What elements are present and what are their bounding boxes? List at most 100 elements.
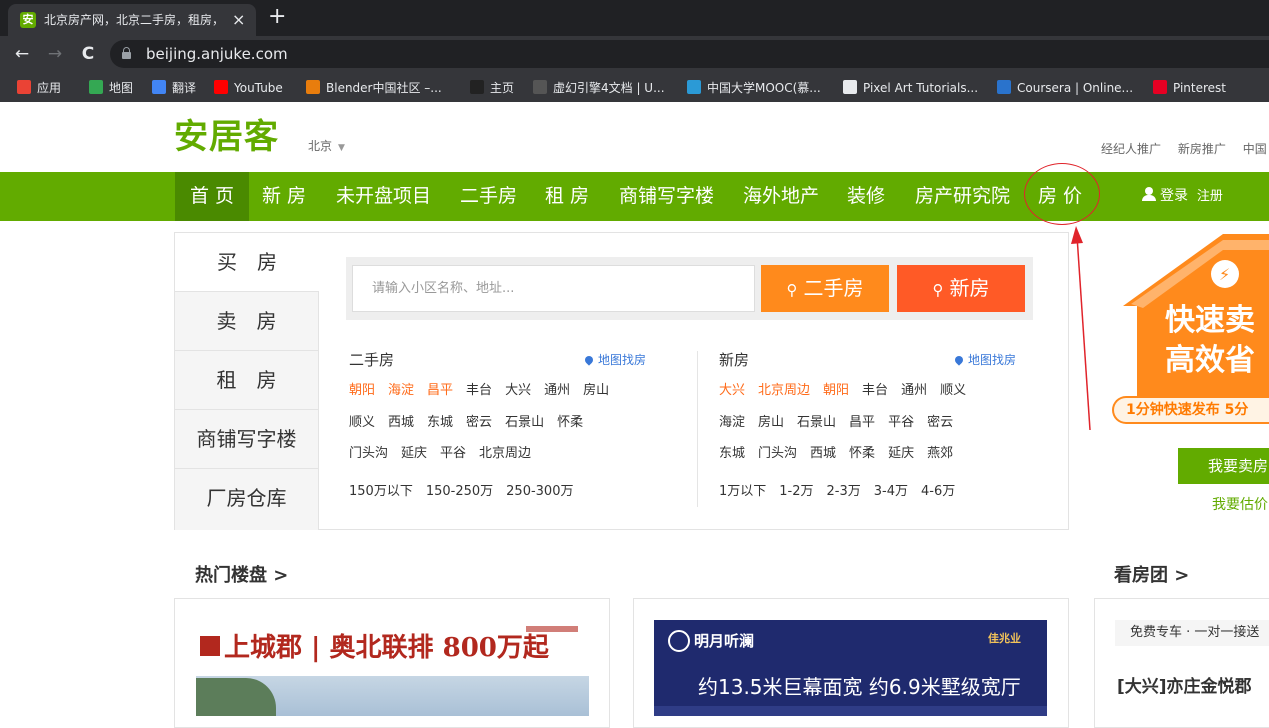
bookmark-item[interactable]: Coursera | Online... (997, 80, 1133, 96)
filter-link[interactable]: 石景山 (505, 415, 544, 430)
filter-link[interactable]: 昌平 (427, 383, 453, 398)
listing-ad-image[interactable]: 明月听澜 佳兆业 约13.5米巨幕面宽 约6.9米墅级宽厅 (654, 620, 1047, 716)
filter-link[interactable]: 昌平 (849, 415, 875, 430)
filter-link[interactable]: 密云 (466, 415, 492, 430)
side-tab-sell[interactable]: 卖 房 (175, 292, 319, 351)
side-tab-rent[interactable]: 租 房 (175, 351, 319, 410)
filter-link[interactable]: 通州 (901, 383, 927, 398)
nav-research[interactable]: 房产研究院 (915, 172, 1010, 221)
bookmark-item[interactable]: Pixel Art Tutorials... (843, 80, 978, 96)
register-link[interactable]: 注册 (1197, 189, 1223, 204)
filter-link[interactable]: 朝阳 (823, 383, 849, 398)
nav-upcoming[interactable]: 未开盘项目 (336, 172, 431, 221)
side-tab-factory[interactable]: 厂房仓库 (175, 469, 319, 530)
filter-link[interactable]: 怀柔 (849, 446, 875, 461)
tour-title[interactable]: 看房团 > (1114, 565, 1189, 587)
bookmark-item[interactable]: 虚幻引擎4文档 | U... (533, 80, 665, 96)
city-name: 北京 (308, 139, 333, 153)
city-selector[interactable]: 北京 ▼ (308, 138, 345, 156)
bookmark-item[interactable]: 应用 (17, 80, 61, 96)
sell-house-button[interactable]: 我要卖房 (1178, 448, 1269, 484)
filter-link[interactable]: 1万以下 (719, 484, 766, 499)
filter-link[interactable]: 延庆 (888, 446, 914, 461)
side-tab-buy[interactable]: 买 房 (175, 233, 319, 292)
top-link-newhouse[interactable]: 新房推广 (1178, 142, 1226, 156)
filter-link[interactable]: 海淀 (388, 383, 414, 398)
address-bar[interactable]: beijing.anjuke.com (110, 40, 1269, 68)
login-link[interactable]: 登录 (1160, 188, 1188, 204)
side-tab-commercial[interactable]: 商铺写字楼 (175, 410, 319, 469)
tab-close-icon[interactable]: × (232, 10, 245, 30)
bookmark-item[interactable]: Blender中国社区 –... (306, 80, 442, 96)
filter-link[interactable]: 西城 (810, 446, 836, 461)
nav-home[interactable]: 首 页 (175, 172, 250, 221)
tour-project-name[interactable]: [大兴]亦庄金悦郡 (1117, 676, 1252, 698)
hot-listings-title[interactable]: 热门楼盘 > (195, 565, 288, 587)
forward-arrow-icon[interactable]: → (43, 42, 67, 66)
filter-link[interactable]: 大兴 (505, 383, 531, 398)
filter-link[interactable]: 150万以下 (349, 484, 413, 499)
filter-link[interactable]: 北京周边 (479, 446, 531, 461)
filter-link[interactable]: 门头沟 (758, 446, 797, 461)
filter-link[interactable]: 2-3万 (827, 484, 861, 499)
nav-overseas[interactable]: 海外地产 (743, 172, 819, 221)
promo-line-2: 高效省 (1165, 343, 1255, 378)
filter-link[interactable]: 1-2万 (779, 484, 813, 499)
second-hand-map-link[interactable]: 地图找房 (583, 352, 646, 368)
bookmark-item[interactable]: YouTube (214, 80, 283, 96)
bookmark-item[interactable]: Pinterest (1153, 80, 1226, 96)
estimate-link[interactable]: 我要估价 (1212, 496, 1268, 514)
filter-link[interactable]: 大兴 (719, 383, 745, 398)
filter-link[interactable]: 房山 (758, 415, 784, 430)
filter-link[interactable]: 顺义 (349, 415, 375, 430)
filter-link[interactable]: 门头沟 (349, 446, 388, 461)
filter-link[interactable]: 东城 (719, 446, 745, 461)
new-tab-button[interactable]: + (268, 6, 286, 28)
filter-link[interactable]: 通州 (544, 383, 570, 398)
top-link-agent[interactable]: 经纪人推广 (1101, 142, 1161, 156)
filter-link[interactable]: 密云 (927, 415, 953, 430)
filter-link[interactable]: 3-4万 (874, 484, 908, 499)
developer-logo-icon (526, 626, 578, 632)
search-new-house-button[interactable]: ⚲ 新房 (897, 265, 1025, 312)
nav-new-house[interactable]: 新 房 (262, 172, 306, 221)
filter-link[interactable]: 北京周边 (758, 383, 810, 398)
filter-link[interactable]: 平谷 (440, 446, 466, 461)
filter-link[interactable]: 朝阳 (349, 383, 375, 398)
filter-link[interactable]: 西城 (388, 415, 414, 430)
filter-link[interactable]: 延庆 (401, 446, 427, 461)
nav-decoration[interactable]: 装修 (847, 172, 885, 221)
filter-link[interactable]: 250-300万 (506, 484, 573, 499)
bookmark-item[interactable]: 翻译 (152, 80, 196, 96)
bookmark-item[interactable]: 中国大学MOOC(慕... (687, 80, 821, 96)
url-text[interactable]: beijing.anjuke.com (146, 45, 288, 63)
filter-link[interactable]: 丰台 (466, 383, 492, 398)
nav-commercial[interactable]: 商铺写字楼 (619, 172, 714, 221)
bookmark-item[interactable]: 地图 (89, 80, 133, 96)
filter-link[interactable]: 4-6万 (921, 484, 955, 499)
search-input[interactable]: 请输入小区名称、地址... (352, 265, 755, 312)
filter-link[interactable]: 石景山 (797, 415, 836, 430)
anjuke-logo[interactable]: 安居客 (174, 117, 279, 157)
filter-link[interactable]: 燕郊 (927, 446, 953, 461)
filter-link[interactable]: 东城 (427, 415, 453, 430)
tour-card[interactable] (1094, 598, 1269, 728)
new-house-map-link[interactable]: 地图找房 (953, 352, 1016, 368)
nav-second-hand[interactable]: 二手房 (460, 172, 517, 221)
filter-link[interactable]: 房山 (583, 383, 609, 398)
nav-rent[interactable]: 租 房 (545, 172, 589, 221)
reload-icon[interactable]: C (76, 42, 100, 66)
filter-link[interactable]: 丰台 (862, 383, 888, 398)
filter-link[interactable]: 顺义 (940, 383, 966, 398)
lock-icon[interactable] (122, 47, 131, 59)
search-second-hand-button[interactable]: ⚲ 二手房 (761, 265, 889, 312)
filter-link[interactable]: 怀柔 (557, 415, 583, 430)
filter-link[interactable]: 150-250万 (426, 484, 493, 499)
top-link-china[interactable]: 中国 (1243, 142, 1267, 156)
back-arrow-icon[interactable]: ← (10, 42, 34, 66)
browser-tab[interactable]: 安 北京房产网，北京二手房，租房， × (8, 4, 256, 36)
listing-ad-image[interactable]: 上城郡 | 奥北联排 800万起 (196, 620, 589, 716)
bookmark-item[interactable]: 主页 (470, 80, 514, 96)
filter-link[interactable]: 海淀 (719, 415, 745, 430)
filter-link[interactable]: 平谷 (888, 415, 914, 430)
